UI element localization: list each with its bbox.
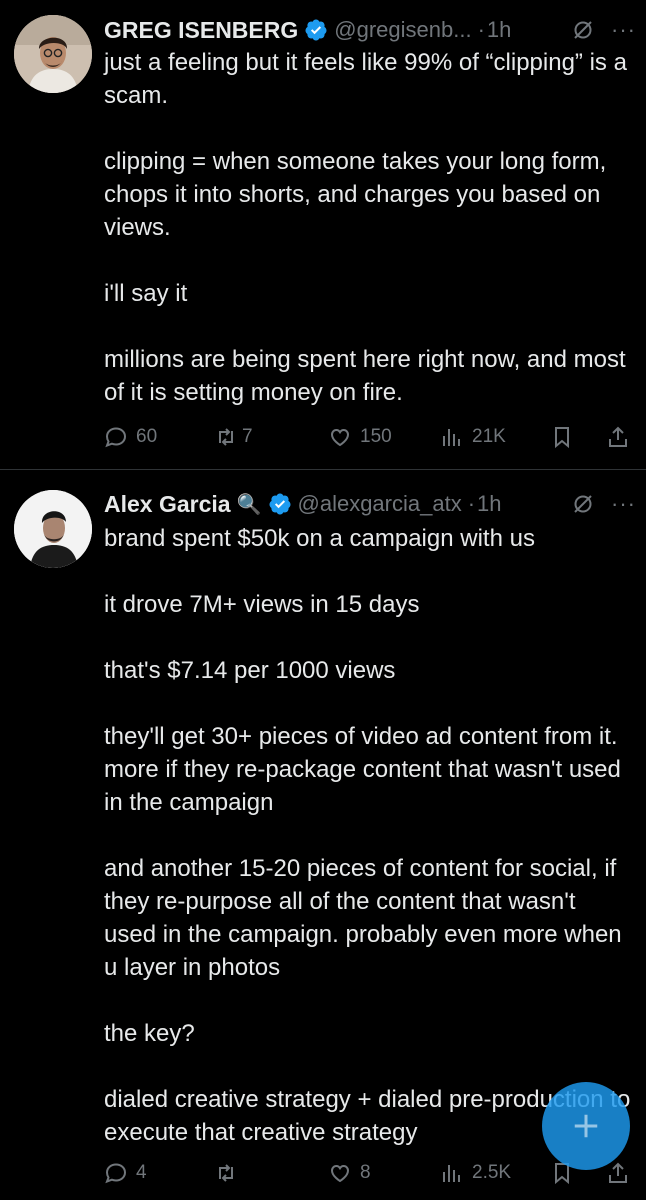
reply-count: 60 bbox=[136, 426, 158, 447]
author-name[interactable]: GREG ISENBERG bbox=[104, 17, 298, 44]
compose-plus-icon bbox=[574, 1114, 598, 1138]
verified-badge-icon bbox=[268, 493, 290, 515]
bookmark-icon bbox=[555, 427, 569, 449]
post-paragraph: it drove 7M+ views in 15 days bbox=[104, 591, 420, 618]
like-icon bbox=[330, 428, 350, 447]
reply-count: 4 bbox=[136, 1162, 147, 1183]
post-paragraph: millions are being spent here right now,… bbox=[104, 346, 626, 406]
separator-dot: · bbox=[467, 491, 476, 516]
post-paragraph: that's $7.14 per 1000 views bbox=[104, 657, 396, 684]
repost-icon bbox=[219, 1164, 233, 1182]
views-icon bbox=[443, 1165, 460, 1182]
post-paragraph: the key? bbox=[104, 1020, 195, 1047]
more-icon[interactable]: ··· bbox=[611, 491, 636, 517]
separator-dot: · bbox=[477, 17, 485, 42]
repost-button[interactable]: 7 bbox=[214, 422, 253, 452]
post-greg-isenberg[interactable]: GREG ISENBERG @gregisenb... · 1h ··· jus… bbox=[0, 0, 646, 470]
view-count: 2.5K bbox=[472, 1162, 512, 1183]
repost-icon bbox=[219, 428, 233, 446]
compose-button[interactable] bbox=[542, 1082, 630, 1170]
post-paragraph: clipping = when someone takes your long … bbox=[104, 148, 607, 241]
verified-badge-icon bbox=[305, 19, 327, 41]
reply-button[interactable]: 60 bbox=[104, 422, 157, 452]
share-button[interactable] bbox=[606, 422, 630, 452]
post-paragraph: i'll say it bbox=[104, 280, 188, 307]
post-paragraph: and another 15-20 pieces of content for … bbox=[104, 855, 622, 981]
post-paragraph: they'll get 30+ pieces of video ad conte… bbox=[104, 723, 621, 816]
post-header: GREG ISENBERG @gregisenb... · 1h ··· bbox=[104, 12, 636, 48]
like-button[interactable]: 8 bbox=[328, 1158, 371, 1188]
author-handle[interactable]: @alexgarcia_atx bbox=[298, 491, 462, 517]
reply-button[interactable]: 4 bbox=[104, 1158, 147, 1188]
like-icon bbox=[330, 1164, 350, 1183]
reply-icon bbox=[105, 427, 127, 448]
post-text: just a feeling but it feels like 99% of … bbox=[104, 46, 634, 409]
author-handle[interactable]: @gregisenb... bbox=[334, 17, 471, 43]
share-icon bbox=[609, 426, 627, 447]
post-paragraph: just a feeling but it feels like 99% of … bbox=[104, 49, 627, 109]
like-button[interactable]: 150 bbox=[328, 422, 392, 452]
grok-icon[interactable] bbox=[571, 492, 595, 516]
views-button[interactable]: 21K bbox=[440, 422, 506, 452]
views-button[interactable]: 2.5K bbox=[440, 1158, 511, 1188]
action-bar: 60 7 150 21K bbox=[104, 422, 634, 452]
share-icon bbox=[609, 1162, 627, 1183]
more-icon[interactable]: ··· bbox=[611, 17, 636, 43]
post-paragraph: brand spent $50k on a campaign with us bbox=[104, 525, 535, 552]
post-alex-garcia[interactable]: Alex Garcia 🔍 @alexgarcia_atx · 1h ··· b… bbox=[0, 470, 646, 1200]
bookmark-button[interactable] bbox=[550, 422, 574, 452]
post-text: brand spent $50k on a campaign with us i… bbox=[104, 522, 634, 1149]
grok-icon[interactable] bbox=[571, 18, 595, 42]
avatar[interactable] bbox=[14, 15, 92, 93]
repost-button[interactable] bbox=[214, 1158, 242, 1188]
repost-count: 7 bbox=[242, 426, 253, 447]
post-time[interactable]: 1h bbox=[477, 491, 501, 517]
action-bar: 4 8 2.5K bbox=[104, 1158, 634, 1188]
like-count: 8 bbox=[360, 1162, 371, 1183]
post-time[interactable]: 1h bbox=[487, 17, 511, 43]
magnifier-emoji: 🔍 bbox=[236, 493, 262, 516]
view-count: 21K bbox=[472, 426, 506, 447]
author-name[interactable]: Alex Garcia bbox=[104, 491, 231, 518]
reply-icon bbox=[105, 1163, 127, 1184]
avatar[interactable] bbox=[14, 490, 92, 568]
post-header: Alex Garcia 🔍 @alexgarcia_atx · 1h ··· bbox=[104, 486, 636, 522]
views-icon bbox=[443, 429, 460, 446]
like-count: 150 bbox=[360, 426, 392, 447]
